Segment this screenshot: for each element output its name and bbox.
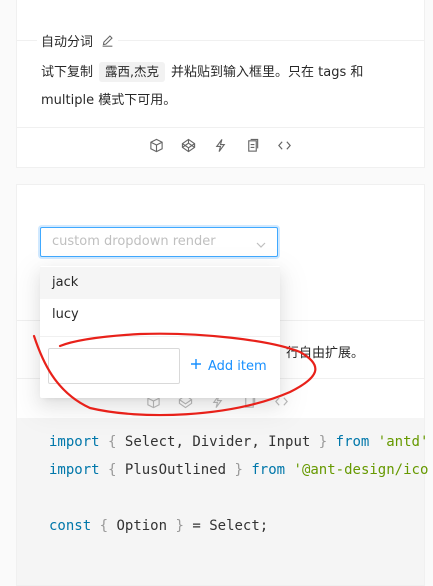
code-line-2: import { PlusOutlined } from '@ant-desig… <box>49 462 429 478</box>
select-dropdown-menu: jack lucy Add item <box>40 266 280 398</box>
demo-title: 自动分词 <box>37 31 119 51</box>
chevron-down-icon <box>255 236 267 255</box>
select-option[interactable]: lucy <box>40 299 280 331</box>
thunderbolt-icon[interactable] <box>213 137 229 153</box>
codepen-icon[interactable] <box>181 137 197 153</box>
select-option[interactable]: jack <box>40 267 280 299</box>
demo-card-auto-tokenize: 自动分词 试下复制 露西,杰克 并粘贴到输入框里。只在 tags 和 multipl… <box>16 0 425 168</box>
custom-dropdown-select[interactable]: custom dropdown render <box>40 227 278 257</box>
edit-icon[interactable] <box>101 34 114 51</box>
code-actions <box>17 137 424 153</box>
code-line-4: const { Option } = Select; <box>49 518 269 534</box>
code-block: import { Select, Divider, Input } from '… <box>17 418 428 585</box>
code-icon[interactable] <box>277 137 293 153</box>
demo-description: 试下复制 露西,杰克 并粘贴到输入框里。只在 tags 和 multiple 模式下… <box>41 59 404 115</box>
desc-text-1: 试下复制 <box>41 65 94 80</box>
code-line-1: import { Select, Divider, Input } from '… <box>49 434 429 450</box>
select-placeholder: custom dropdown render <box>52 234 216 249</box>
add-item-label: Add item <box>208 358 267 374</box>
desc-text-2: 并粘贴到输入框里。只在 tags 和 <box>171 65 364 80</box>
plus-icon <box>190 358 202 374</box>
add-item-button[interactable]: Add item <box>190 358 267 374</box>
code-tag: 露西,杰克 <box>99 62 165 82</box>
copy-icon[interactable] <box>245 137 261 153</box>
dropdown-divider <box>40 336 280 337</box>
new-item-input[interactable] <box>48 348 180 384</box>
demo-description: 行自由扩展。 <box>286 346 365 361</box>
actions-divider <box>17 127 424 128</box>
desc-text-3: multiple 模式下可用。 <box>41 93 177 108</box>
demo-title-text: 自动分词 <box>41 35 94 50</box>
codesandbox-icon[interactable] <box>149 137 165 153</box>
